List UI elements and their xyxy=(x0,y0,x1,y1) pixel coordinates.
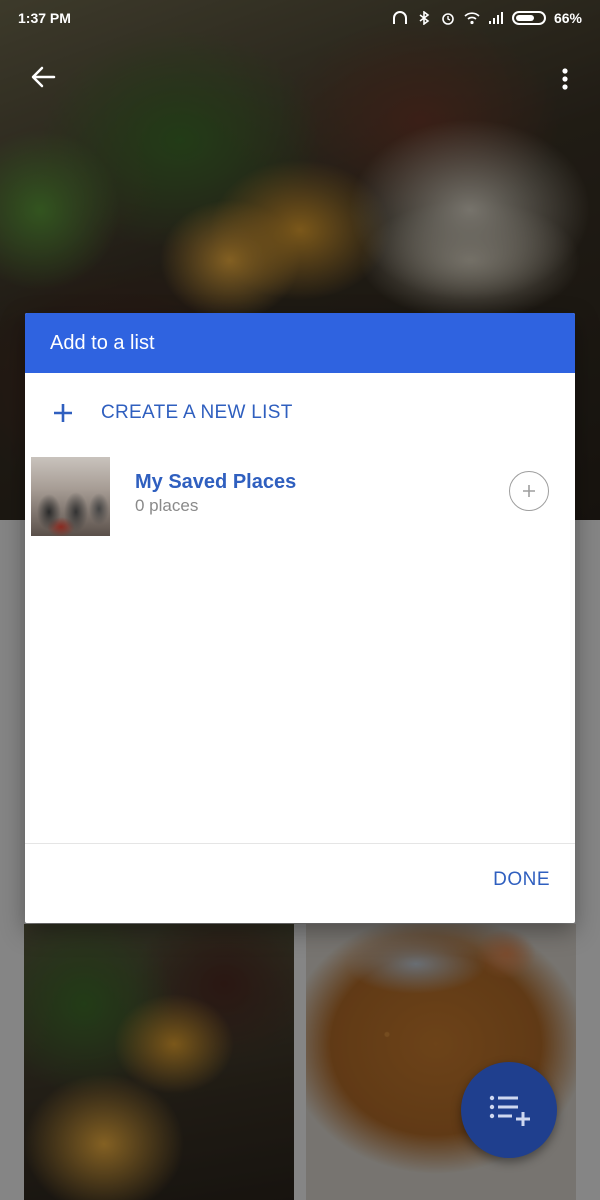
wifi-icon xyxy=(464,12,480,25)
done-button[interactable]: DONE xyxy=(493,869,550,891)
add-to-list-icon xyxy=(489,1095,530,1126)
battery-icon xyxy=(511,11,546,25)
list-name: My Saved Places xyxy=(135,471,297,493)
status-time: 1:37 PM xyxy=(18,10,71,26)
list-item-my-saved-places[interactable]: My Saved Places 0 places xyxy=(25,453,575,543)
add-to-list-fab[interactable] xyxy=(461,1062,557,1158)
create-new-list-label: CREATE A NEW LIST xyxy=(101,402,293,423)
plus-icon xyxy=(25,402,101,424)
add-to-list-dialog: Add to a list CREATE A NEW LIST My Saved… xyxy=(25,313,575,923)
create-new-list-button[interactable]: CREATE A NEW LIST xyxy=(25,373,575,453)
list-thumbnail xyxy=(31,457,110,536)
back-arrow-icon[interactable] xyxy=(28,62,58,92)
status-icons: 66% xyxy=(392,10,582,26)
list-count: 0 places xyxy=(135,496,199,515)
status-bar: 1:37 PM 66% xyxy=(0,0,600,36)
dialog-title: Add to a list xyxy=(50,331,155,354)
dialog-header: Add to a list xyxy=(25,313,575,373)
signal-icon xyxy=(488,12,503,24)
dialog-divider xyxy=(25,843,575,844)
alarm-icon xyxy=(442,13,454,25)
more-vert-icon[interactable] xyxy=(552,64,578,94)
list-text: My Saved Places 0 places xyxy=(135,469,296,517)
bluetooth-icon xyxy=(419,11,430,25)
battery-percent: 66% xyxy=(553,10,582,26)
add-circle-icon[interactable] xyxy=(509,471,549,511)
headphones-icon xyxy=(392,11,407,24)
